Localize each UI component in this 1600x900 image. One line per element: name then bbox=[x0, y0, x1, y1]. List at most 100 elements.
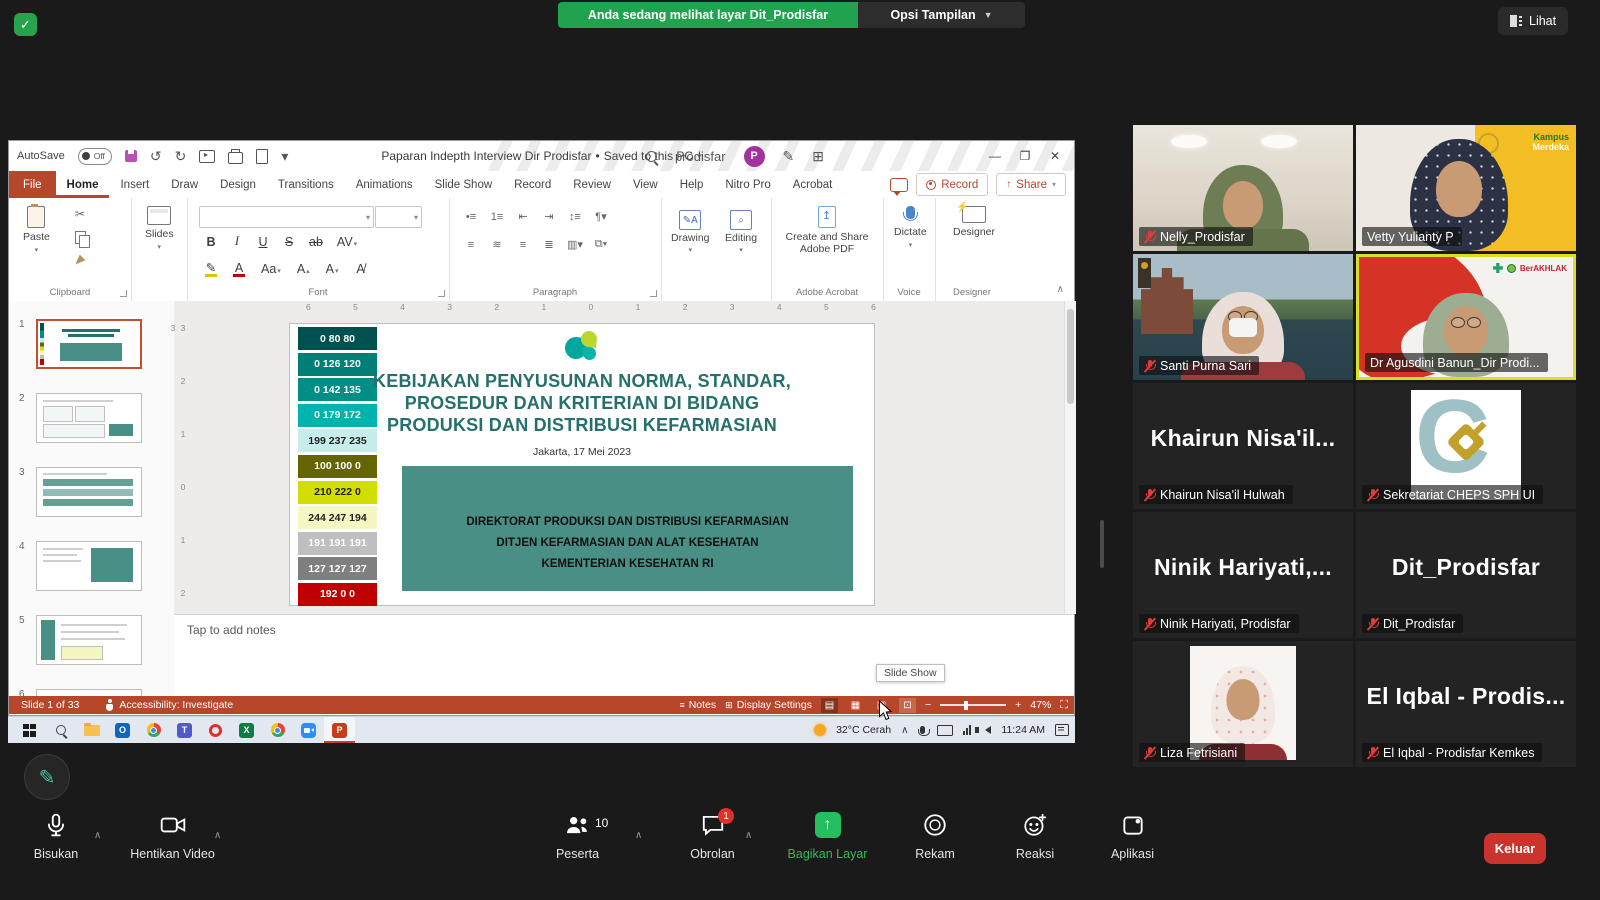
restore-button[interactable]: ❐ bbox=[1010, 149, 1040, 163]
vertical-ruler[interactable]: 3 2 1 0 1 2 3 bbox=[176, 323, 188, 614]
accessibility-checker[interactable]: Accessibility: Investigate bbox=[105, 699, 233, 711]
tab-home[interactable]: Home bbox=[56, 171, 110, 198]
mute-options-chevron[interactable]: ∧ bbox=[94, 830, 101, 841]
hidden-icons-chevron[interactable]: ∧ bbox=[901, 725, 908, 736]
apps-button[interactable]: Aplikasi bbox=[1085, 812, 1180, 861]
slide-thumbnail-6[interactable] bbox=[36, 689, 142, 696]
tab-view[interactable]: View bbox=[622, 171, 669, 198]
copy-icon[interactable] bbox=[75, 231, 86, 244]
customize-toolbar-icon[interactable]: ▾ bbox=[281, 149, 288, 163]
start-button[interactable] bbox=[14, 717, 45, 743]
video-tile-cheps[interactable]: C Sekretariat CHEPS SPH UI bbox=[1356, 383, 1576, 509]
slide-thumbnail-2[interactable] bbox=[36, 393, 142, 443]
swatch[interactable]: 127 127 127 bbox=[298, 557, 377, 580]
share-button[interactable]: ↑Share▾ bbox=[996, 173, 1066, 196]
video-tile-agusdini-active-speaker[interactable]: BerAKHLAK Dr Agusdini Banun_Dir Prodi... bbox=[1356, 254, 1576, 380]
share-screen-button[interactable]: ↑ Bagikan Layar bbox=[775, 812, 880, 861]
slide-thumbnail-1[interactable] bbox=[36, 319, 142, 369]
taskbar-search-icon[interactable] bbox=[45, 717, 76, 743]
paragraph-dialog-launcher[interactable] bbox=[650, 290, 657, 297]
file-explorer-icon[interactable] bbox=[76, 717, 107, 743]
view-button[interactable]: Lihat bbox=[1498, 7, 1568, 35]
zoom-out-button[interactable]: − bbox=[925, 699, 931, 711]
tab-review[interactable]: Review bbox=[562, 171, 622, 198]
char-spacing-icon[interactable]: ab bbox=[309, 235, 323, 249]
highlight-color-button[interactable]: ✎ bbox=[205, 260, 217, 277]
weather-text[interactable]: 32°C Cerah bbox=[836, 724, 891, 736]
swatch[interactable]: 192 0 0 bbox=[298, 583, 377, 606]
dictate-button[interactable]: Dictate ▾ bbox=[894, 206, 927, 249]
account-avatar[interactable]: P bbox=[744, 146, 765, 167]
outlook-icon[interactable]: O bbox=[107, 717, 138, 743]
canvas-scrollbar[interactable] bbox=[1064, 301, 1076, 614]
editing-button[interactable]: ⌕ Editing ▾ bbox=[725, 210, 757, 254]
clock[interactable]: 11:24 AM bbox=[1001, 724, 1045, 736]
chat-chevron[interactable]: ∧ bbox=[745, 830, 752, 841]
slide-thumbnail-4[interactable] bbox=[36, 541, 142, 591]
clipboard-dialog-launcher[interactable] bbox=[120, 290, 127, 297]
display-settings-button[interactable]: ⊞Display Settings bbox=[725, 699, 812, 711]
weather-icon[interactable] bbox=[814, 724, 826, 736]
comments-icon[interactable] bbox=[890, 178, 908, 192]
zoom-level[interactable]: 47% bbox=[1030, 699, 1051, 711]
slide-org-box[interactable]: DIREKTORAT PRODUKSI DAN DISTRIBUSI KEFAR… bbox=[402, 466, 853, 591]
clear-formatting-button[interactable]: A̸ bbox=[355, 262, 367, 276]
tab-insert[interactable]: Insert bbox=[109, 171, 160, 198]
tray-mic-icon[interactable] bbox=[920, 726, 925, 734]
align-right-icon[interactable]: ≡ bbox=[515, 239, 531, 251]
tab-draw[interactable]: Draw bbox=[160, 171, 209, 198]
video-tile-nelly[interactable]: Nelly_Prodisfar bbox=[1133, 125, 1353, 251]
leave-button[interactable]: Keluar bbox=[1484, 833, 1546, 864]
swatch[interactable]: 100 100 0 bbox=[298, 455, 377, 478]
annotate-pencil-button[interactable]: ✎ bbox=[24, 754, 70, 800]
gallery-scrollbar[interactable] bbox=[1100, 520, 1104, 568]
pen-mode-icon[interactable]: ✎ bbox=[783, 149, 795, 163]
slide-sorter-button[interactable]: ▦ bbox=[847, 698, 864, 713]
underline-button[interactable]: U bbox=[257, 235, 269, 249]
volume-icon[interactable] bbox=[985, 726, 991, 734]
slideshow-view-button[interactable]: ⊡ bbox=[899, 698, 916, 713]
justify-icon[interactable]: ≣ bbox=[541, 238, 557, 251]
swatch[interactable]: 191 191 191 bbox=[298, 532, 377, 555]
video-options-chevron[interactable]: ∧ bbox=[214, 830, 221, 841]
slide-date[interactable]: Jakarta, 17 Mei 2023 bbox=[290, 446, 874, 458]
notes-pane[interactable]: Tap to add notes bbox=[174, 614, 1074, 696]
numbering-icon[interactable]: 1≡ bbox=[489, 211, 505, 223]
teams-icon[interactable]: T bbox=[169, 717, 200, 743]
start-slideshow-icon[interactable] bbox=[199, 150, 215, 163]
record-meeting-button[interactable]: Rekam bbox=[895, 812, 975, 861]
participants-button[interactable]: Peserta bbox=[530, 812, 625, 861]
font-size-combo[interactable]: ▾ bbox=[375, 206, 422, 228]
font-color-button[interactable]: A bbox=[233, 261, 245, 277]
powerpoint-taskbar-icon[interactable]: P bbox=[324, 717, 355, 743]
smartart-icon[interactable]: ⧉▾ bbox=[593, 238, 609, 251]
italic-button[interactable]: I bbox=[231, 234, 243, 249]
tab-design[interactable]: Design bbox=[209, 171, 267, 198]
font-dialog-launcher[interactable] bbox=[438, 290, 445, 297]
fit-to-window-icon[interactable]: ⛶ bbox=[1060, 699, 1068, 712]
new-slide-button[interactable]: Slides ▾ bbox=[145, 206, 174, 251]
horizontal-ruler[interactable]: 6 5 4 3 2 1 0 1 2 3 4 5 6 bbox=[306, 302, 876, 314]
participants-chevron[interactable]: ∧ bbox=[635, 830, 642, 841]
view-options-button[interactable]: Opsi Tampilan ▼ bbox=[858, 2, 1025, 28]
font-name-combo[interactable]: ▾ bbox=[199, 206, 374, 228]
tab-file[interactable]: File bbox=[9, 171, 56, 198]
touch-keyboard-icon[interactable] bbox=[937, 725, 953, 736]
video-tile-santi[interactable]: Santi Purna Sari bbox=[1133, 254, 1353, 380]
zoom-slider[interactable] bbox=[940, 704, 1006, 706]
text-direction-icon[interactable]: ¶▾ bbox=[593, 210, 609, 223]
print-preview-icon[interactable] bbox=[256, 149, 268, 164]
titlebar-search[interactable]: prodisfar P ✎ ⊞ bbox=[646, 141, 824, 171]
zoom-app-icon[interactable] bbox=[293, 717, 324, 743]
slide-thumbnail-3[interactable] bbox=[36, 467, 142, 517]
create-pdf-button[interactable]: Create and Share Adobe PDF bbox=[783, 206, 871, 255]
zoom-in-button[interactable]: + bbox=[1015, 699, 1021, 711]
undo-icon[interactable]: ↺ bbox=[150, 149, 162, 163]
video-tile-dit-prodisfar[interactable]: Dit_Prodisfar Dit_Prodisfar bbox=[1356, 512, 1576, 638]
notes-toggle[interactable]: ≡Notes bbox=[679, 699, 716, 711]
tab-animations[interactable]: Animations bbox=[345, 171, 424, 198]
close-button[interactable]: ✕ bbox=[1040, 149, 1070, 163]
opera-icon[interactable] bbox=[200, 717, 231, 743]
strikethrough-button[interactable]: S bbox=[283, 235, 295, 249]
redo-icon[interactable]: ↻ bbox=[175, 149, 187, 163]
